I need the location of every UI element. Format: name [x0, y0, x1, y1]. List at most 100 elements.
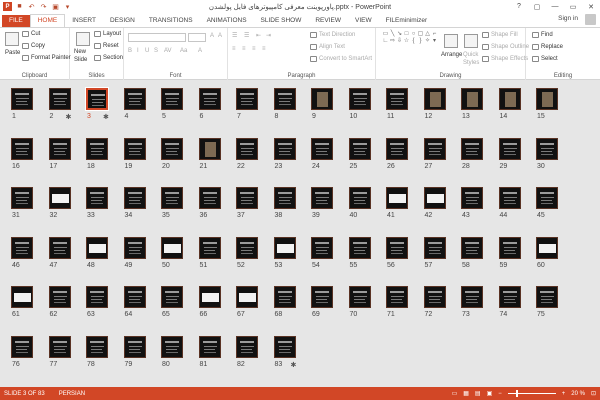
reading-view-icon[interactable]: ▤: [475, 390, 481, 397]
slide-thumbnail[interactable]: [161, 88, 183, 110]
slide-thumbnail[interactable]: [386, 88, 408, 110]
shape-arrow-icon[interactable]: ↘: [396, 31, 403, 38]
slide-thumbnail[interactable]: [498, 88, 521, 110]
zoom-slider-thumb[interactable]: [515, 390, 518, 397]
shape-outline-button[interactable]: Shape Outline: [482, 44, 529, 50]
decrease-indent-icon[interactable]: ⇤: [256, 32, 261, 39]
grow-font-icon[interactable]: A: [210, 33, 214, 39]
quick-styles-button[interactable]: Quick: [463, 52, 478, 58]
slide-thumbnail[interactable]: [198, 88, 221, 110]
slide-thumbnail[interactable]: [536, 187, 558, 209]
start-slideshow-icon[interactable]: ▣: [51, 2, 60, 11]
slide-thumbnail[interactable]: [236, 236, 258, 259]
justify-icon[interactable]: ≡: [262, 46, 266, 52]
shape-oval-icon[interactable]: ○: [410, 31, 417, 38]
cut-button[interactable]: Cut: [22, 31, 40, 37]
slide-thumbnail[interactable]: [348, 88, 371, 110]
normal-view-icon[interactable]: ▭: [452, 390, 458, 397]
slide-thumbnail[interactable]: [461, 88, 483, 110]
shape-star-icon[interactable]: ☆: [403, 38, 410, 45]
slide-thumbnail[interactable]: [423, 137, 446, 160]
font-name-input[interactable]: [128, 33, 186, 42]
slide-thumbnail[interactable]: [273, 88, 296, 110]
align-text-button[interactable]: Align Text: [310, 44, 345, 50]
slide-thumbnail[interactable]: [48, 137, 71, 160]
format-painter-button[interactable]: Format Painter: [22, 55, 71, 61]
slide-thumbnail[interactable]: [236, 286, 258, 308]
shape-textbox-icon[interactable]: ▭: [382, 31, 389, 38]
slide-thumbnail[interactable]: [348, 236, 371, 259]
customize-icon[interactable]: ▾: [63, 2, 72, 11]
zoom-slider[interactable]: [507, 390, 556, 397]
slide-thumbnail[interactable]: [123, 88, 146, 110]
slide-thumbnail[interactable]: [86, 187, 108, 209]
tab-review[interactable]: REVIEW: [308, 15, 348, 27]
arrange-icon[interactable]: [444, 34, 458, 48]
zoom-in-icon[interactable]: +: [562, 391, 566, 397]
font-color-icon[interactable]: A: [198, 48, 202, 54]
avatar[interactable]: [585, 14, 596, 25]
character-spacing-icon[interactable]: AV: [164, 48, 172, 54]
slide-thumbnail[interactable]: [123, 236, 146, 259]
tab-fileminimizer[interactable]: FILEminimizer: [379, 15, 435, 27]
shape-bracket-icon[interactable]: }: [417, 38, 424, 45]
text-direction-button[interactable]: Text Direction: [310, 32, 355, 38]
tab-home[interactable]: HOME: [29, 14, 66, 27]
paste-icon[interactable]: [5, 32, 19, 46]
slide-thumbnail[interactable]: [123, 335, 146, 358]
slide-thumbnail[interactable]: [348, 286, 371, 308]
slide-thumbnail[interactable]: [11, 286, 33, 308]
slide-thumbnail[interactable]: [536, 286, 558, 308]
slide-thumbnail[interactable]: [236, 187, 258, 209]
slide-sorter-view-icon[interactable]: ▦: [463, 390, 469, 397]
shrink-font-icon[interactable]: A: [218, 33, 222, 39]
slide-thumbnail[interactable]: [461, 286, 483, 308]
sign-in-link[interactable]: Sign in: [558, 15, 578, 22]
shape-more-icon[interactable]: ▾: [431, 38, 438, 45]
slide-thumbnail[interactable]: [536, 88, 558, 110]
tab-insert[interactable]: INSERT: [65, 15, 103, 27]
slide-thumbnail[interactable]: [461, 187, 483, 209]
slide-thumbnail[interactable]: [86, 137, 108, 160]
new-slide-button[interactable]: New: [74, 49, 86, 55]
slide-thumbnail[interactable]: [198, 286, 221, 308]
slide-thumbnail[interactable]: [348, 137, 371, 160]
tab-file[interactable]: FILE: [2, 15, 30, 27]
slide-thumbnail[interactable]: [536, 236, 558, 259]
slide-thumbnail[interactable]: [236, 88, 258, 110]
slideshow-view-icon[interactable]: ▣: [487, 390, 493, 397]
font-size-input[interactable]: [188, 33, 206, 42]
slide-thumbnail[interactable]: [11, 137, 33, 160]
slide-thumbnail[interactable]: [461, 137, 483, 160]
select-button[interactable]: Select: [532, 56, 558, 62]
redo-icon[interactable]: ↷: [39, 2, 48, 11]
underline-icon[interactable]: U: [145, 48, 149, 54]
slide-thumbnail[interactable]: [311, 236, 333, 259]
italic-icon[interactable]: I: [137, 48, 139, 54]
slide-thumbnail[interactable]: [273, 187, 296, 209]
paste-button[interactable]: Paste: [5, 50, 20, 56]
slide-thumbnail[interactable]: [311, 187, 333, 209]
bold-icon[interactable]: B: [128, 48, 132, 54]
slide-thumbnail[interactable]: [423, 236, 446, 259]
shape-rounded-icon[interactable]: ▢: [417, 31, 424, 38]
slide-thumbnail[interactable]: [161, 335, 183, 358]
slide-thumbnail[interactable]: [386, 137, 408, 160]
slide-thumbnail[interactable]: [273, 137, 296, 160]
language-indicator[interactable]: PERSIAN: [45, 391, 85, 397]
strikethrough-icon[interactable]: S: [154, 48, 158, 54]
tab-slide-show[interactable]: SLIDE SHOW: [254, 15, 309, 27]
help-icon[interactable]: ?: [510, 0, 528, 13]
slide-thumbnail[interactable]: [498, 187, 521, 209]
minimize-icon[interactable]: —: [546, 0, 564, 13]
slide-thumbnail[interactable]: [423, 286, 446, 308]
slide-thumbnail[interactable]: [11, 88, 33, 110]
slide-thumbnail[interactable]: [498, 236, 521, 259]
slide-thumbnail[interactable]: [236, 335, 258, 358]
slide-thumbnail[interactable]: [198, 335, 221, 358]
bullets-icon[interactable]: ☰: [232, 32, 237, 39]
zoom-out-icon[interactable]: −: [498, 391, 502, 397]
slide-thumbnail[interactable]: [311, 286, 333, 308]
zoom-level[interactable]: 20 %: [571, 391, 585, 397]
slide-thumbnail[interactable]: [461, 236, 483, 259]
